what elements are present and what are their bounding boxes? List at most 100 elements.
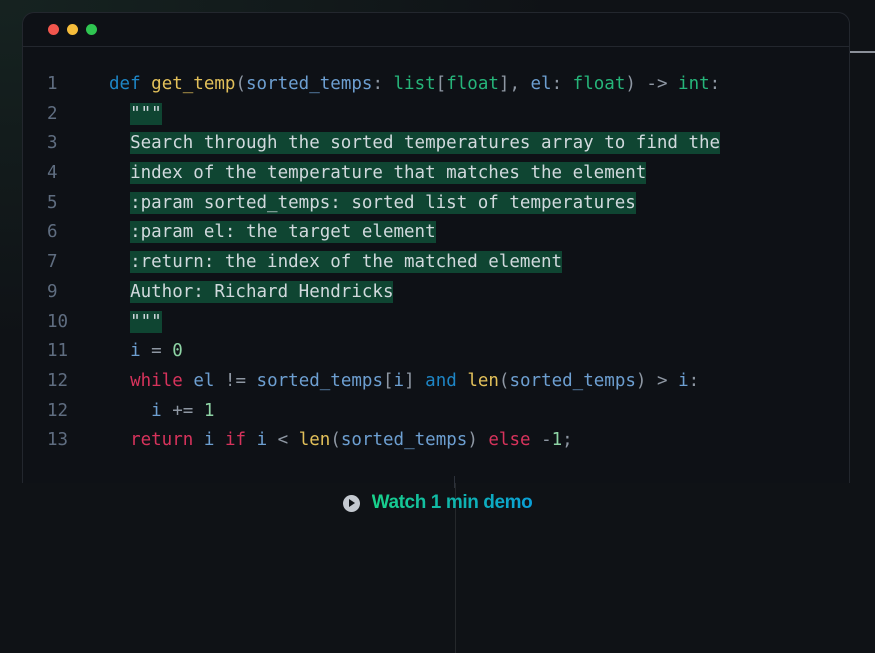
line-number: 10 <box>47 311 69 332</box>
line-number: 9 <box>47 281 58 302</box>
docstring-highlight: :param el: the target element <box>130 221 436 244</box>
code-line: 9 Author: Richard Hendricks <box>23 278 849 308</box>
minimize-window-button[interactable] <box>67 24 78 35</box>
code-token: float <box>446 74 499 94</box>
docstring-highlight: :param sorted_temps: sorted list of temp… <box>130 191 636 214</box>
code-token: int <box>678 74 710 94</box>
window-titlebar <box>23 13 849 47</box>
code-token: 1 <box>203 400 215 421</box>
divider-tick <box>454 476 455 488</box>
code-token: and <box>425 370 457 391</box>
line-number: 12 <box>47 370 69 391</box>
code-token: i <box>393 370 405 391</box>
maximize-window-button[interactable] <box>86 24 97 35</box>
code-token: else <box>488 430 531 451</box>
code-token: != <box>214 370 257 391</box>
code-line: 6 :param el: the target element <box>23 218 849 248</box>
code-token: i <box>256 430 268 451</box>
docstring-highlight: Search through the sorted temperatures a… <box>130 132 721 155</box>
code-token: [ <box>435 74 447 94</box>
line-number: 12 <box>47 400 69 421</box>
code-line: 12 while el != sorted_temps[i] and len(s… <box>23 367 849 397</box>
code-token: sorted_temps <box>509 370 636 391</box>
watch-demo-link[interactable]: Watch 1 min demo <box>372 492 533 514</box>
line-content: i = 0 <box>109 337 183 367</box>
code-token: ) <box>467 430 489 451</box>
line-content: i += 1 <box>109 397 214 427</box>
line-number: 2 <box>47 103 58 124</box>
code-token: - <box>530 430 552 451</box>
line-number: 5 <box>47 192 58 213</box>
line-content: """ <box>109 308 162 338</box>
line-content: while el != sorted_temps[i] and len(sort… <box>109 367 699 397</box>
docstring-highlight: """ <box>130 310 162 333</box>
close-window-button[interactable] <box>48 24 59 35</box>
line-number: 6 <box>47 222 58 243</box>
code-token: 1 <box>551 430 563 451</box>
code-token: i <box>130 341 141 362</box>
code-token: i <box>151 400 162 421</box>
code-token: ( <box>498 370 510 391</box>
code-token: len <box>298 430 331 451</box>
line-content: Search through the sorted temperatures a… <box>109 129 721 159</box>
code-token: sorted_temps <box>256 370 383 391</box>
code-token: len <box>467 370 499 391</box>
line-content: def get_temp(sorted_temps: list[float], … <box>109 70 720 100</box>
line-content: index of the temperature that matches th… <box>109 159 647 189</box>
code-token: float <box>572 74 626 94</box>
docstring-highlight: """ <box>130 102 162 125</box>
code-token: return <box>130 430 194 451</box>
code-line: 1 def get_temp(sorted_temps: list[float],… <box>23 70 849 100</box>
code-token: : <box>709 74 721 94</box>
code-token: el <box>530 74 552 94</box>
code-token: = <box>140 341 173 362</box>
code-token: : <box>551 74 573 94</box>
code-token: ) -> <box>625 74 679 94</box>
code-token: += <box>161 400 204 421</box>
line-content: Author: Richard Hendricks <box>109 278 394 308</box>
code-token: ( <box>330 430 341 451</box>
code-token: def <box>109 74 141 94</box>
code-line: 3 Search through the sorted temperatures… <box>23 129 849 159</box>
code-line: 5 :param sorted_temps: sorted list of te… <box>23 189 849 219</box>
code-editor: 1 def get_temp(sorted_temps: list[float],… <box>23 70 849 456</box>
code-token: < <box>267 430 299 451</box>
code-token: ( <box>235 74 246 94</box>
code-line: 11 i = 0 <box>23 337 849 367</box>
code-token: while <box>130 370 183 391</box>
play-icon[interactable] <box>342 494 360 512</box>
code-token: list <box>393 74 436 94</box>
line-content: """ <box>109 100 162 130</box>
code-token: : <box>372 74 394 94</box>
code-line: 2 """ <box>23 100 849 130</box>
docstring-highlight: Author: Richard Hendricks <box>130 280 394 303</box>
code-token: if <box>224 430 247 451</box>
docstring-highlight: :return: the index of the matched elemen… <box>130 251 563 274</box>
code-line: 4 index of the temperature that matches … <box>23 159 849 189</box>
code-window: 1 def get_temp(sorted_temps: list[float],… <box>22 12 850 483</box>
code-line: 12 i += 1 <box>23 397 849 427</box>
docstring-highlight: index of the temperature that matches th… <box>130 162 647 185</box>
demo-cta[interactable]: Watch 1 min demo <box>0 492 875 514</box>
code-token: i <box>678 370 689 391</box>
code-line: 13 return i if i < len(sorted_temps) els… <box>23 426 849 456</box>
line-content: :param el: the target element <box>109 218 436 248</box>
code-token: ], <box>498 74 531 94</box>
decorative-side-line <box>848 51 875 53</box>
line-number: 7 <box>47 252 58 273</box>
code-token: sorted_temps <box>246 74 373 94</box>
line-number: 3 <box>47 133 58 154</box>
line-content: :param sorted_temps: sorted list of temp… <box>109 189 636 219</box>
code-token: ] <box>404 370 426 391</box>
code-token: 0 <box>172 341 183 362</box>
line-number: 1 <box>47 74 58 94</box>
line-number: 4 <box>47 163 58 184</box>
code-token: sorted_temps <box>340 430 468 451</box>
code-token: ) > <box>635 370 679 391</box>
code-token: i <box>203 430 215 451</box>
